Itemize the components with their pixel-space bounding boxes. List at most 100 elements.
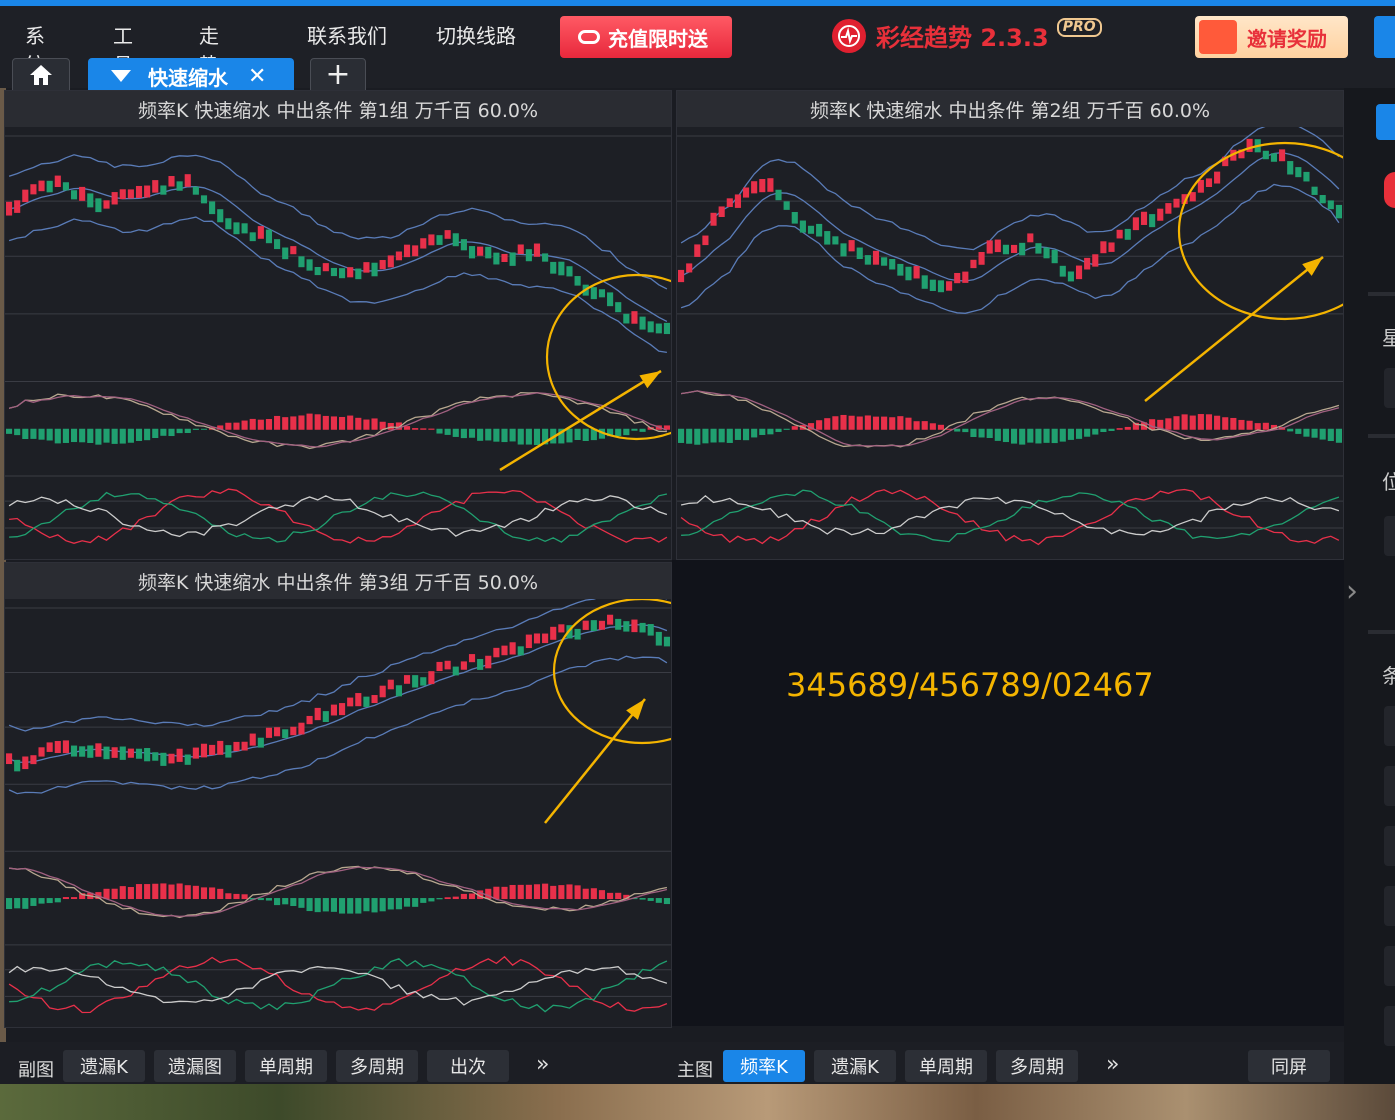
candle [371,695,378,704]
chart-panel-2[interactable]: 频率K 快速缩水 中出条件 第2组 万千百 60.0% [676,90,1344,560]
sidebar-control[interactable] [1384,368,1395,408]
macd-bar [468,893,476,900]
candle [6,201,13,216]
sub-single-period-button[interactable]: 单周期 [245,1050,327,1082]
macd-bar [290,416,297,430]
collapse-chevron-icon[interactable]: › [1346,574,1358,609]
sidebar-control[interactable] [1384,826,1395,866]
main-more-icon[interactable]: » [1106,1052,1119,1077]
kline-chart-1[interactable] [5,127,671,559]
macd-bar [444,897,451,900]
candle [257,737,264,748]
candle [444,230,451,239]
edge-button[interactable] [1374,16,1395,58]
candle [1173,198,1180,208]
candle [1100,241,1107,254]
macd-bar [265,418,273,430]
macd-bar [493,428,500,442]
sidebar-label-1: 星 [1382,326,1395,350]
macd-bar [485,888,492,900]
tab-home[interactable] [12,58,70,92]
sidebar-control[interactable] [1384,766,1395,806]
macd-bar [62,897,69,900]
sidebar-control[interactable] [1384,946,1395,986]
candle [355,693,362,707]
candle [298,722,305,735]
candle [46,180,53,193]
macd-bar [119,428,126,444]
macd-bar [363,419,370,430]
main-multi-period-button[interactable]: 多周期 [996,1050,1078,1082]
kline-chart-3[interactable] [5,599,671,1027]
recharge-promo-button[interactable]: 充值限时送 [560,16,732,58]
tab-fast-shrink[interactable]: 快速缩水 ✕ [88,58,294,94]
macd-bar [200,887,208,900]
candle [265,229,273,244]
candle [314,707,321,721]
macd-bar [460,893,467,900]
macd-bar [468,428,476,438]
macd-bar [95,428,102,445]
macd-bar [937,424,945,430]
candle [428,671,435,685]
macd-dif [681,390,1340,448]
candle [103,200,110,209]
candle [872,250,880,265]
menu-contact[interactable]: 联系我们 [307,20,407,49]
candle [929,279,936,291]
kline-chart-2[interactable] [677,127,1343,559]
candle [1011,244,1018,253]
macd-bar [22,428,29,440]
arrow-head [626,699,645,720]
macd-bar [905,417,912,430]
main-frequency-k-button[interactable]: 频率K [723,1050,805,1082]
menu-switch-line[interactable]: 切换线路 [436,20,536,49]
same-screen-button[interactable]: 同屏 [1248,1050,1330,1082]
candle [241,223,248,234]
sidebar-control[interactable] [1384,886,1395,926]
macd-bar [119,886,126,900]
sidebar-control[interactable] [1384,1006,1395,1046]
sidebar-control[interactable] [1384,516,1395,556]
candle [111,192,118,205]
candle [525,249,532,262]
sidebar-control[interactable] [1384,706,1395,746]
macd-bar [111,888,118,900]
candle [355,268,362,280]
arrow-head [1302,257,1323,276]
macd-bar [87,428,94,444]
candle [1108,242,1115,252]
candle [1116,229,1123,239]
sub-omission-chart-button[interactable]: 遗漏图 [154,1050,236,1082]
candle [864,255,871,265]
candle [1019,242,1026,256]
macd-bar [111,428,118,444]
candle [233,741,240,752]
close-icon[interactable]: ✕ [248,64,266,89]
sub-more-icon[interactable]: » [536,1052,549,1077]
add-tab-button[interactable]: + [310,58,366,92]
candle [542,633,549,644]
candle [14,200,21,213]
invite-reward-button[interactable]: 邀请奖励 [1195,16,1348,58]
candle [387,255,394,268]
sub-occurrence-button[interactable]: 出次 [427,1050,509,1082]
main-omission-k-button[interactable]: 遗漏K [814,1050,896,1082]
divider [1368,292,1395,296]
chart-panel-3[interactable]: 频率K 快速缩水 中出条件 第3组 万千百 50.0% [4,562,672,1028]
candle [978,251,985,265]
main-single-period-button[interactable]: 单周期 [905,1050,987,1082]
macd-bar [1230,417,1237,430]
sub-omission-k-button[interactable]: 遗漏K [63,1050,145,1082]
candle [379,685,386,698]
candle [639,622,646,633]
candle [1205,178,1213,188]
macd-bar [1051,428,1058,444]
macd-bar [1327,428,1334,442]
macd-bar [436,898,443,900]
sub-multi-period-button[interactable]: 多周期 [336,1050,418,1082]
candle [452,666,459,676]
sidebar-tab[interactable] [1376,104,1395,140]
candle [160,185,167,195]
chart-panel-1[interactable]: 频率K 快速缩水 中出条件 第1组 万千百 60.0% [4,90,672,560]
